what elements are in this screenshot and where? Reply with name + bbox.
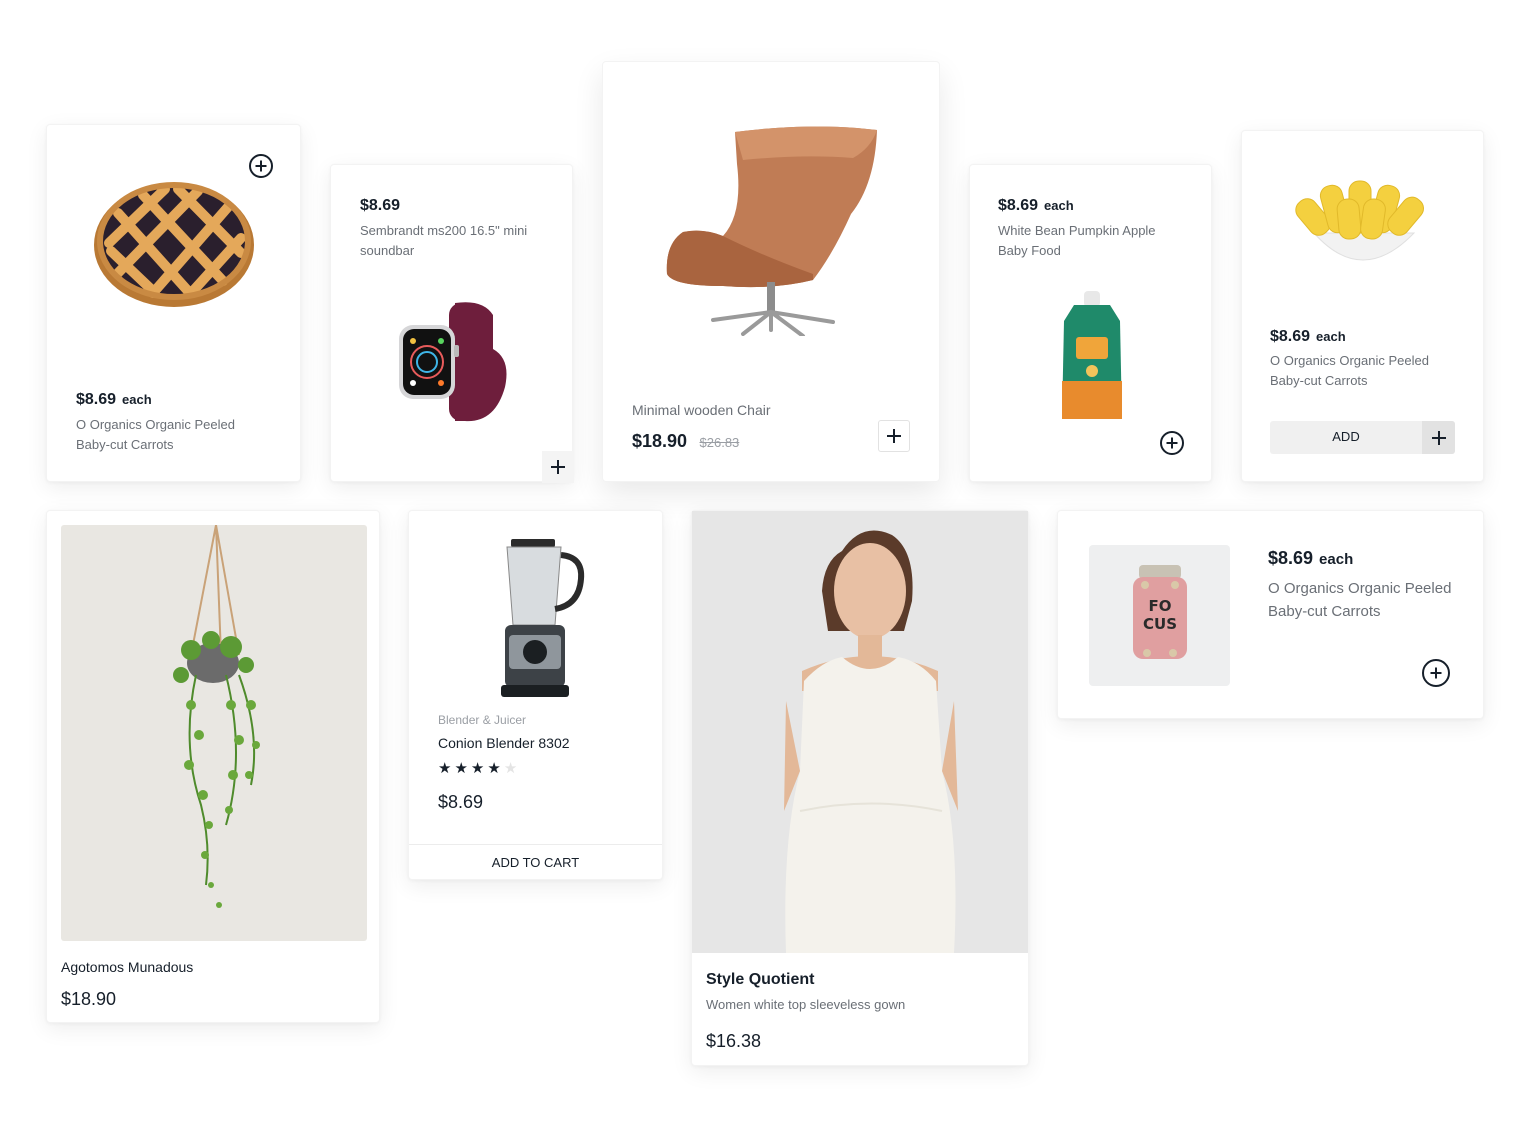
- add-button[interactable]: ADD: [1270, 421, 1455, 454]
- unit-label: each: [1319, 551, 1354, 568]
- star-icon: ★: [454, 760, 468, 777]
- product-name: Sembrandt ms200 16.5" mini soundbar: [360, 223, 528, 258]
- brand-name: Style Quotient: [706, 971, 815, 988]
- plus-icon[interactable]: [1422, 421, 1455, 454]
- product-name: White Bean Pumpkin Apple Baby Food: [998, 223, 1156, 258]
- unit-label: each: [122, 392, 152, 407]
- product-card-plant: Agotomos Munadous $18.90: [46, 510, 380, 1023]
- price: $8.69: [1270, 328, 1311, 345]
- jar-label-text: CUS: [1143, 615, 1177, 633]
- product-card-blender: Blender & Juicer Conion Blender 8302 ★ ★ ★…: [408, 510, 663, 880]
- product-image-chair: [663, 124, 883, 341]
- add-button[interactable]: [542, 451, 574, 483]
- star-icon: ★: [487, 760, 501, 777]
- product-image-model: [692, 511, 1028, 953]
- old-price: $26.83: [699, 435, 740, 450]
- product-name: O Organics Organic Peeled Baby-cut Carro…: [76, 417, 235, 452]
- add-button[interactable]: [878, 420, 910, 452]
- add-to-cart-button[interactable]: ADD TO CART: [409, 844, 662, 881]
- product-name: Women white top sleeveless gown: [706, 997, 906, 1012]
- star-icon: ★: [503, 760, 518, 777]
- price-row: $8.69 each: [1270, 328, 1346, 346]
- price: $8.69: [76, 391, 117, 408]
- add-button-label: ADD: [1332, 429, 1360, 444]
- price: $8.69: [360, 197, 401, 214]
- price: $8.69: [998, 197, 1039, 214]
- product-name: O Organics Organic Peeled Baby-cut Carro…: [1270, 353, 1429, 388]
- product-image-watch: [397, 299, 511, 430]
- product-name: O Organics Organic Peeled Baby-cut Carro…: [1268, 580, 1452, 620]
- product-name: Agotomos Munadous: [61, 959, 194, 975]
- star-icon: ★: [470, 760, 485, 777]
- product-card-babyfood: $8.69 each White Bean Pumpkin Apple Baby …: [969, 164, 1212, 482]
- product-card-pie: $8.69 each O Organics Organic Peeled Baby…: [46, 124, 301, 482]
- product-card-fashion: Style Quotient Women white top sleeveles…: [691, 510, 1029, 1066]
- price: $18.90: [61, 989, 117, 1009]
- price-row: $18.90 $26.83: [632, 431, 739, 452]
- unit-label: each: [1044, 198, 1074, 213]
- product-name: Minimal wooden Chair: [632, 402, 771, 418]
- product-image-pie: [93, 173, 255, 318]
- product-card-vitamin: FO CUS $8.69 each O Organics Organic Peel…: [1057, 510, 1484, 719]
- product-image-plant: [61, 525, 367, 941]
- product-image-pouch: [1056, 291, 1128, 430]
- price: $16.38: [706, 1031, 762, 1051]
- add-circle-icon[interactable]: [1422, 659, 1450, 687]
- rating-stars: ★ ★ ★ ★ ★: [438, 759, 520, 778]
- product-image-corn: [1294, 177, 1432, 282]
- star-icon: ★: [438, 760, 452, 777]
- price-row: $8.69 each: [998, 197, 1074, 215]
- product-image-jar: FO CUS: [1089, 545, 1230, 686]
- product-card-chair: Minimal wooden Chair $18.90 $26.83: [602, 61, 940, 482]
- price: $8.69: [438, 792, 484, 812]
- jar-label-text: FO: [1149, 597, 1172, 615]
- price-row: $8.69 each: [76, 391, 152, 409]
- product-card-watch: $8.69 Sembrandt ms200 16.5" mini soundba…: [330, 164, 574, 483]
- product-card-corn: $8.69 each O Organics Organic Peeled Baby…: [1241, 130, 1484, 482]
- add-circle-icon[interactable]: [1160, 431, 1184, 455]
- price: $18.90: [632, 431, 688, 451]
- product-name: Conion Blender 8302: [438, 735, 570, 751]
- price: $8.69: [1268, 548, 1314, 568]
- product-image-blender: [495, 539, 587, 704]
- product-category: Blender & Juicer: [438, 713, 527, 727]
- add-circle-icon[interactable]: [249, 154, 273, 178]
- price-row: $8.69 each: [1268, 548, 1353, 569]
- unit-label: each: [1316, 329, 1346, 344]
